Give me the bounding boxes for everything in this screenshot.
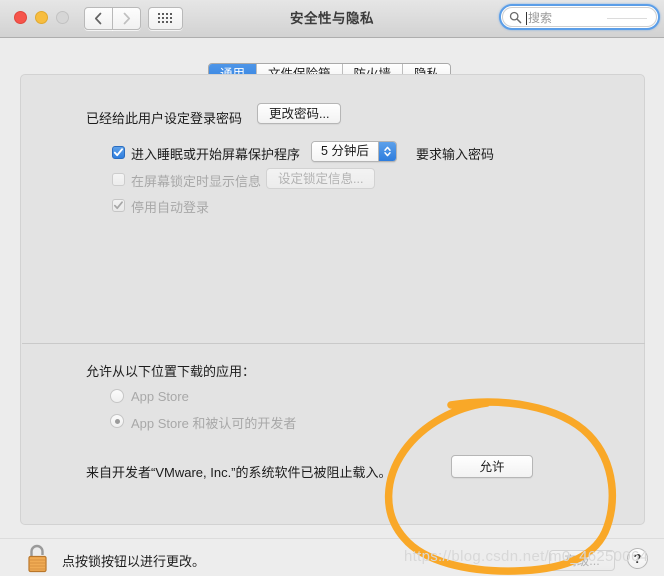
search-icon [509,11,522,29]
window-titlebar: 安全性与隐私 搜索 [0,0,664,38]
bottom-bar: 点按锁按钮以进行更改。 高级... ? [0,538,664,576]
checkmark-icon [113,148,124,157]
lock-hint-text: 点按锁按钮以进行更改。 [62,554,206,569]
security-privacy-window: 安全性与隐私 搜索 通用 文件保险箱 防火墙 隐私 [0,0,664,576]
password-delay-popup[interactable]: 5 分钟后 [311,141,397,162]
radio-selected-dot [114,418,120,424]
require-password-suffix: 要求输入密码 [416,147,495,162]
radio-app-store-and-developers [110,414,124,428]
disable-auto-login-label: 停用自动登录 [131,200,210,215]
radio-app-store [110,389,124,403]
blocked-software-message: 来自开发者“VMware, Inc.”的系统软件已被阻止载入。 [86,465,392,480]
radio-app-store-and-developers-label: App Store 和被认可的开发者 [131,416,297,431]
show-lock-message-checkbox [112,173,125,186]
search-text-caret [526,12,527,25]
unlocked-padlock-icon[interactable] [24,543,52,576]
radio-app-store-label: App Store [131,389,189,404]
require-password-checkbox[interactable] [112,146,125,159]
search-field[interactable]: 搜索 [499,4,660,30]
help-button[interactable]: ? [627,548,648,569]
general-settings-box: 已经给此用户设定登录密码 更改密码... 进入睡眠或开始屏幕保护程序 5 分钟后 [20,74,645,525]
set-lock-message-button: 设定锁定信息... [266,168,376,189]
allow-apps-heading: 允许从以下位置下载的应用： [86,364,256,379]
show-lock-message-label: 在屏幕锁定时显示信息 [131,174,262,189]
search-placeholder: 搜索 [528,11,553,25]
require-password-label: 进入睡眠或开始屏幕保护程序 [131,147,301,162]
preference-pane: 通用 文件保险箱 防火墙 隐私 已经给此用户设定登录密码 更改密码... 进入睡… [0,38,664,576]
section-divider [22,343,645,344]
up-down-chevron-icon [377,142,396,161]
allow-button[interactable]: 允许 [451,455,533,478]
change-password-button[interactable]: 更改密码... [257,103,342,124]
checkmark-icon [113,201,123,210]
search-divider [607,18,647,19]
search-field-inner: 搜索 [502,7,657,27]
password-delay-value: 5 分钟后 [312,142,378,161]
advanced-button: 高级... [549,550,615,571]
disable-auto-login-checkbox [112,199,125,212]
login-password-label: 已经给此用户设定登录密码 [86,111,243,126]
